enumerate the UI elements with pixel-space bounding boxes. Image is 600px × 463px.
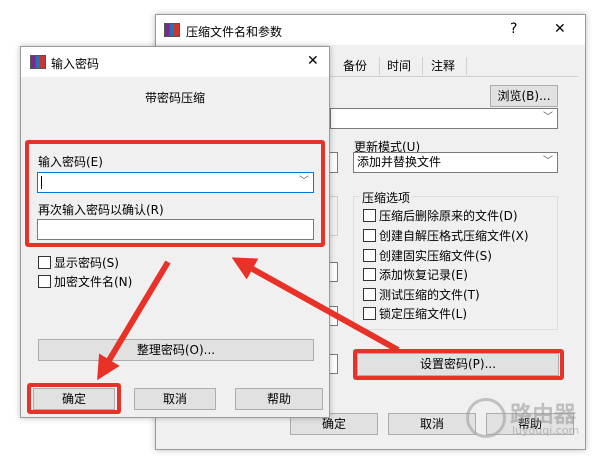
arrow-to-password-fields [231, 257, 400, 353]
watermark-logo-icon [466, 398, 506, 438]
arrow-to-ok-button [97, 260, 171, 381]
annotation-arrows [97, 257, 400, 381]
watermark-subtext: luyouqi.com [512, 424, 580, 437]
